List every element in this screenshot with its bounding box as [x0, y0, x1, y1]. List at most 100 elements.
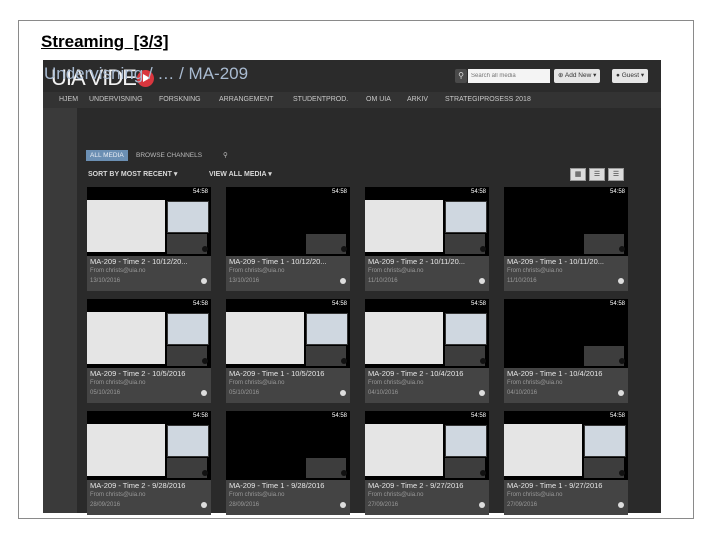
video-card[interactable]: 54:58 MA-209 - Time 2 - 10/5/2016 From chr…: [87, 299, 211, 403]
search-icon[interactable]: ⚲: [223, 150, 228, 161]
video-thumbnail[interactable]: 54:58: [226, 187, 350, 256]
video-owner: From christs@uia.no: [90, 380, 146, 386]
play-icon[interactable]: [341, 358, 347, 364]
video-thumbnail[interactable]: 54:58: [365, 187, 489, 256]
info-icon[interactable]: [618, 502, 624, 508]
info-icon[interactable]: [618, 278, 624, 284]
play-icon[interactable]: [480, 246, 486, 252]
video-thumbnail[interactable]: 54:58: [87, 299, 211, 368]
video-title[interactable]: MA-209 - Time 1 - 10/11/20...: [507, 257, 604, 266]
video-title[interactable]: MA-209 - Time 1 - 10/4/2016: [507, 369, 602, 378]
video-thumbnail[interactable]: 54:58: [87, 411, 211, 480]
info-icon[interactable]: [479, 502, 485, 508]
tab-all-media[interactable]: ALL MEDIA: [86, 150, 128, 161]
info-icon[interactable]: [479, 390, 485, 396]
video-card[interactable]: 54:58 MA-209 - Time 2 - 10/11/20... From c…: [365, 187, 489, 291]
info-icon[interactable]: [201, 390, 207, 396]
info-icon[interactable]: [340, 502, 346, 508]
duration-badge: 54:58: [191, 413, 209, 419]
desk-image: [167, 234, 207, 254]
video-title[interactable]: MA-209 - Time 1 - 10/12/20...: [229, 257, 327, 266]
video-owner: From christs@uia.no: [368, 492, 424, 498]
video-title[interactable]: MA-209 - Time 2 - 10/4/2016: [368, 369, 463, 378]
nav-item-undervisning[interactable]: UNDERVISNING: [89, 96, 143, 103]
video-thumbnail[interactable]: 54:58: [226, 411, 350, 480]
video-title[interactable]: MA-209 - Time 1 - 9/28/2016: [229, 481, 324, 490]
play-icon[interactable]: [202, 358, 208, 364]
video-card[interactable]: 54:58 MA-209 - Time 2 - 10/12/20... From c…: [87, 187, 211, 291]
sort-dropdown[interactable]: SORT BY MOST RECENT ▾: [88, 170, 177, 178]
video-date: 28/09/2016: [229, 502, 260, 508]
duration-badge: 54:58: [191, 189, 209, 195]
video-title[interactable]: MA-209 - Time 1 - 9/27/2016: [507, 481, 602, 490]
nav-item-arrangement[interactable]: ARRANGEMENT: [219, 96, 273, 103]
video-card[interactable]: 54:58 MA-209 - Time 2 - 9/28/2016 From chr…: [87, 411, 211, 515]
duration-badge: 54:58: [608, 413, 626, 419]
play-icon[interactable]: [480, 470, 486, 476]
video-thumbnail[interactable]: 54:58: [87, 187, 211, 256]
nav-item-studentprod[interactable]: STUDENTPROD.: [293, 96, 348, 103]
play-icon[interactable]: [202, 246, 208, 252]
video-card[interactable]: 54:58 MA-209 - Time 2 - 9/27/2016 From chr…: [365, 411, 489, 515]
detail-view-icon[interactable]: ☰: [589, 168, 605, 181]
video-title[interactable]: MA-209 - Time 2 - 9/27/2016: [368, 481, 463, 490]
guest-button[interactable]: ● Guest ▾: [612, 69, 649, 83]
video-thumbnail[interactable]: 54:58: [365, 411, 489, 480]
search-input[interactable]: [468, 69, 550, 83]
tab-browse-channels[interactable]: BROWSE CHANNELS: [136, 150, 202, 161]
video-title[interactable]: MA-209 - Time 1 - 10/5/2016: [229, 369, 324, 378]
video-card[interactable]: 54:58 MA-209 - Time 1 - 10/5/2016 From chr…: [226, 299, 350, 403]
nav-item-arkiv[interactable]: ARKIV: [407, 96, 428, 103]
screen-image: [306, 313, 348, 345]
info-icon[interactable]: [340, 390, 346, 396]
play-icon[interactable]: [619, 358, 625, 364]
duration-badge: 54:58: [608, 301, 626, 307]
video-thumbnail[interactable]: 54:58: [226, 299, 350, 368]
video-card[interactable]: 54:58 MA-209 - Time 1 - 9/27/2016 From chr…: [504, 411, 628, 515]
desk-image: [306, 346, 346, 366]
info-icon[interactable]: [479, 278, 485, 284]
video-card[interactable]: 54:58 MA-209 - Time 1 - 10/12/20... From c…: [226, 187, 350, 291]
duration-badge: 54:58: [469, 189, 487, 195]
list-view-icon[interactable]: ☰: [608, 168, 624, 181]
video-date: 04/10/2016: [368, 390, 399, 396]
info-icon[interactable]: [201, 278, 207, 284]
info-icon[interactable]: [201, 502, 207, 508]
video-card[interactable]: 54:58 MA-209 - Time 2 - 10/4/2016 From chr…: [365, 299, 489, 403]
play-icon[interactable]: [341, 470, 347, 476]
search-icon[interactable]: ⚲: [455, 69, 467, 83]
nav-item-forskning[interactable]: FORSKNING: [159, 96, 201, 103]
video-card[interactable]: 54:58 MA-209 - Time 1 - 9/28/2016 From chr…: [226, 411, 350, 515]
play-icon[interactable]: [619, 470, 625, 476]
video-title[interactable]: MA-209 - Time 2 - 10/12/20...: [90, 257, 188, 266]
play-icon[interactable]: [480, 358, 486, 364]
play-icon[interactable]: [619, 246, 625, 252]
view-all-dropdown[interactable]: VIEW ALL MEDIA ▾: [209, 170, 272, 178]
add-new-button[interactable]: ⊕ Add New ▾: [554, 69, 601, 83]
video-title[interactable]: MA-209 - Time 2 - 10/5/2016: [90, 369, 185, 378]
video-card[interactable]: 54:58 MA-209 - Time 1 - 10/11/20... From c…: [504, 187, 628, 291]
screen-image: [167, 201, 209, 233]
video-title[interactable]: MA-209 - Time 2 - 10/11/20...: [368, 257, 465, 266]
info-icon[interactable]: [618, 390, 624, 396]
nav-item-strategiprosess[interactable]: STRATEGIPROSESS 2018: [445, 96, 531, 103]
desk-image: [445, 458, 485, 478]
video-thumbnail[interactable]: 54:58: [365, 299, 489, 368]
grid-view-icon[interactable]: ▦: [570, 168, 586, 181]
desk-image: [584, 234, 624, 254]
play-icon[interactable]: [341, 246, 347, 252]
nav-item-om-uia[interactable]: OM UIA: [366, 96, 391, 103]
guest-label: Guest: [621, 72, 640, 79]
video-card[interactable]: 54:58 MA-209 - Time 1 - 10/4/2016 From chr…: [504, 299, 628, 403]
nav-item-hjem[interactable]: HJEM: [59, 96, 78, 103]
video-thumbnail[interactable]: 54:58: [504, 187, 628, 256]
play-icon[interactable]: [202, 470, 208, 476]
view-label: VIEW ALL MEDIA: [209, 171, 267, 178]
video-owner: From christs@uia.no: [90, 268, 146, 274]
video-thumbnail[interactable]: 54:58: [504, 299, 628, 368]
video-owner: From christs@uia.no: [90, 492, 146, 498]
video-date: 11/10/2016: [368, 278, 398, 284]
info-icon[interactable]: [340, 278, 346, 284]
video-title[interactable]: MA-209 - Time 2 - 9/28/2016: [90, 481, 185, 490]
video-thumbnail[interactable]: 54:58: [504, 411, 628, 480]
